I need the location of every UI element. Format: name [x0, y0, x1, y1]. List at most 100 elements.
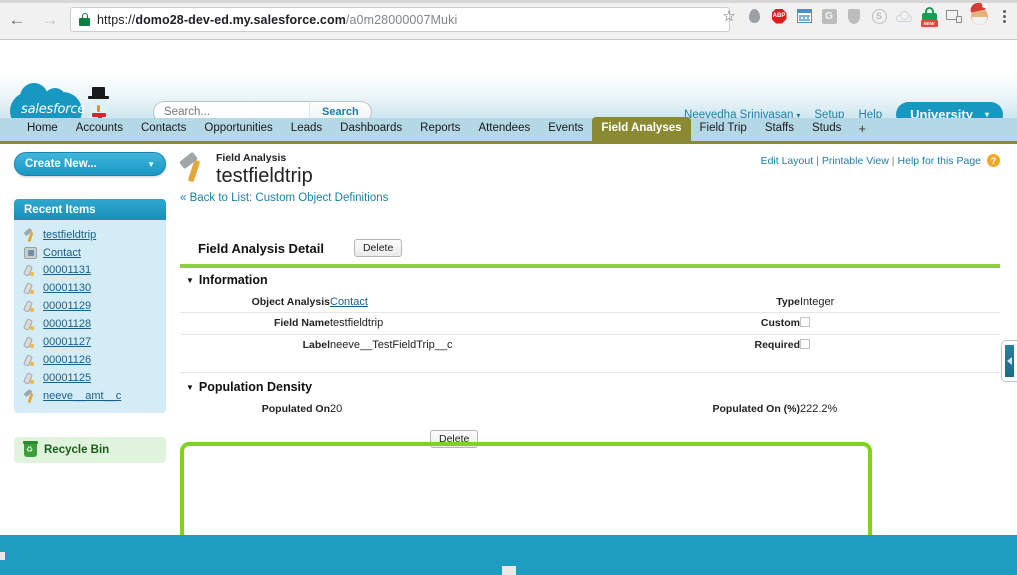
section-header-information[interactable]: ▼ Information — [180, 268, 1000, 292]
help-question-icon[interactable]: ? — [987, 154, 1000, 167]
tab-studs[interactable]: Studs — [803, 117, 850, 141]
link-separator: | — [816, 154, 819, 167]
recent-item-link[interactable]: 00001127 — [43, 336, 91, 348]
list-item[interactable]: 00001131 — [14, 261, 166, 279]
content-area: Create New... ▼ Recent Items testfieldtr… — [0, 144, 1017, 575]
delete-button-bottom[interactable]: Delete — [430, 430, 479, 448]
field-value: 20 — [330, 403, 343, 415]
section-title-information: Information — [198, 273, 268, 287]
field-value: testfieldtrip — [330, 312, 640, 335]
list-item[interactable]: neeve__amt__c — [14, 387, 166, 405]
tab-field-trip[interactable]: Field Trip — [691, 117, 756, 141]
create-new-button[interactable]: Create New... ▼ — [14, 152, 166, 176]
printable-view-link[interactable]: Printable View — [822, 155, 889, 167]
section-header-population-density[interactable]: ▼ Population Density — [180, 372, 1000, 399]
table-row: Label neeve__TestFieldTrip__c Required — [180, 334, 1000, 356]
page-title: testfieldtrip — [216, 165, 313, 187]
url-text: https://domo28-dev-ed.my.salesforce.com/… — [97, 13, 457, 27]
recent-item-link[interactable]: Contact — [43, 247, 81, 259]
tab-dashboards[interactable]: Dashboards — [331, 117, 411, 141]
required-checkbox — [800, 339, 810, 349]
adblock-plus-icon[interactable]: ABP — [770, 7, 788, 25]
forward-icon[interactable]: → — [39, 8, 61, 30]
window-top-edge — [0, 0, 1017, 3]
collapse-triangle-icon[interactable]: ▼ — [186, 383, 194, 392]
recent-item-link[interactable]: 00001125 — [43, 372, 91, 384]
browser-extension-icons: ☆ ABP G S NEW — [720, 1, 1013, 27]
field-value: Integer — [800, 296, 835, 308]
pin-extension-icon[interactable] — [745, 7, 763, 25]
table-row: Field Name testfieldtrip Custom — [180, 312, 1000, 335]
cloud-extension-icon[interactable] — [895, 7, 913, 25]
tab-events[interactable]: Events — [539, 117, 592, 141]
recycle-bin-link[interactable]: Recycle Bin — [14, 437, 166, 463]
field-value — [800, 334, 1000, 356]
field-label: Type — [776, 296, 800, 308]
list-item[interactable]: testfieldtrip — [14, 226, 166, 244]
recent-item-link[interactable]: 00001131 — [43, 264, 91, 276]
shield-extension-icon[interactable] — [845, 7, 863, 25]
main-column: Field Analysis testfieldtrip Edit Layout… — [179, 150, 1000, 575]
delete-button-top[interactable]: Delete — [353, 239, 403, 257]
field-label: Populated On — [261, 403, 330, 415]
chrome-menu-icon[interactable] — [995, 7, 1013, 25]
field-value — [800, 312, 1000, 335]
detail-header-row: Field Analysis Detail Delete — [180, 239, 1000, 257]
field-label: Required — [640, 334, 800, 356]
link-separator: | — [891, 154, 895, 167]
tab-opportunities[interactable]: Opportunities — [195, 117, 281, 141]
recent-item-link[interactable]: testfieldtrip — [43, 229, 96, 241]
collapse-triangle-icon[interactable]: ▼ — [186, 276, 194, 285]
list-item[interactable]: 00001126 — [14, 351, 166, 369]
back-icon[interactable]: ← — [6, 8, 28, 30]
list-item[interactable]: 00001129 — [14, 297, 166, 315]
help-for-page-link[interactable]: Help for this Page — [898, 155, 981, 167]
edit-layout-link[interactable]: Edit Layout — [761, 155, 814, 167]
cast-device-icon[interactable] — [945, 7, 963, 25]
url-host: domo28-dev-ed.my.salesforce.com — [135, 12, 346, 27]
left-sidebar: Create New... ▼ Recent Items testfieldtr… — [14, 152, 166, 463]
tab-staffs[interactable]: Staffs — [756, 117, 803, 141]
profile-avatar-icon[interactable] — [968, 1, 988, 25]
password-lock-extension-icon[interactable]: NEW — [920, 7, 938, 27]
recent-item-link[interactable]: 00001126 — [43, 354, 91, 366]
tab-home[interactable]: Home — [18, 117, 67, 141]
pencil-icon — [22, 371, 37, 385]
grammarly-extension-icon[interactable]: G — [820, 7, 838, 25]
tab-attendees[interactable]: Attendees — [469, 117, 539, 141]
table-row: Populated On 20 Populated On (%) 222.2% — [180, 399, 1000, 419]
add-tab-icon[interactable]: + — [850, 118, 874, 141]
table-row: Object Analysis Contact Type Integer — [180, 292, 1000, 313]
pencil-icon — [22, 299, 37, 313]
hammer-icon — [23, 227, 37, 242]
sidebar-collapse-handle[interactable] — [1001, 340, 1017, 382]
detail-body: ▼ Information Object Analysis Contact Ty… — [180, 264, 1000, 448]
list-item[interactable]: 00001128 — [14, 315, 166, 333]
back-to-list-link[interactable]: « Back to List: Custom Object Definition… — [180, 192, 388, 204]
salesforce-logo-text: salesforce — [21, 102, 86, 117]
information-table: Object Analysis Contact Type Integer Fie… — [180, 292, 1000, 356]
chevron-left-icon — [1007, 357, 1012, 365]
recent-item-link[interactable]: 00001129 — [43, 300, 91, 312]
tab-reports[interactable]: Reports — [411, 117, 469, 141]
list-item[interactable]: 00001130 — [14, 279, 166, 297]
tab-leads[interactable]: Leads — [282, 117, 331, 141]
recent-item-link[interactable]: 00001128 — [43, 318, 91, 330]
skype-extension-icon[interactable]: S — [870, 7, 888, 25]
tab-field-analyses[interactable]: Field Analyses — [592, 117, 691, 141]
address-bar[interactable]: https://domo28-dev-ed.my.salesforce.com/… — [70, 7, 730, 32]
tab-accounts[interactable]: Accounts — [67, 117, 132, 141]
list-item[interactable]: 00001125 — [14, 369, 166, 387]
calendar-extension-icon[interactable] — [795, 7, 813, 25]
contact-object-icon — [24, 246, 37, 259]
field-label: Populated On (%) — [712, 403, 801, 415]
list-item[interactable]: Contact — [14, 244, 166, 261]
recent-items-list: testfieldtrip Contact 00001131 00001130 — [14, 220, 166, 413]
recycle-bin-label: Recycle Bin — [44, 444, 110, 456]
list-item[interactable]: 00001127 — [14, 333, 166, 351]
recent-item-link[interactable]: 00001130 — [43, 282, 91, 294]
tab-contacts[interactable]: Contacts — [132, 117, 195, 141]
object-analysis-link[interactable]: Contact — [330, 296, 368, 308]
bookmark-star-icon[interactable]: ☆ — [720, 7, 738, 25]
recent-item-link[interactable]: neeve__amt__c — [43, 390, 121, 402]
